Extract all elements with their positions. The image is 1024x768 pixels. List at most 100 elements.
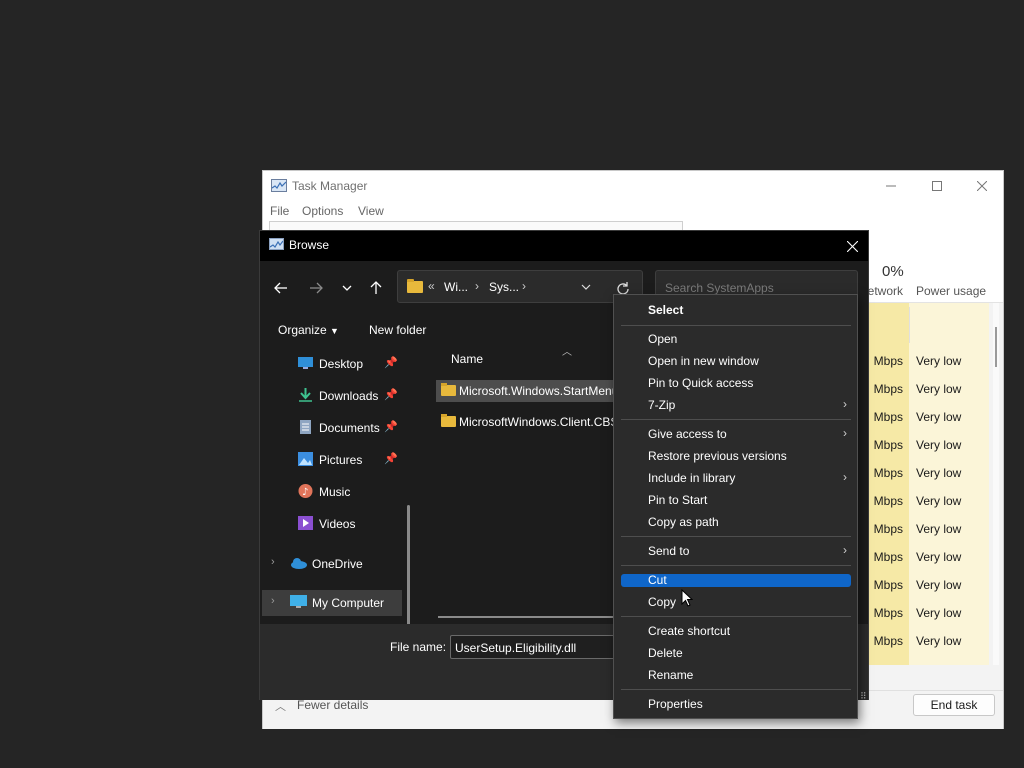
column-header-name[interactable]: Name [451, 352, 483, 366]
network-cell: Mbps [873, 606, 903, 620]
menu-item-open-new-window[interactable]: Open in new window [621, 351, 851, 371]
forward-button[interactable] [304, 278, 328, 298]
process-row[interactable]: Mbps Very low [863, 515, 989, 543]
menu-item-pin-quick-access[interactable]: Pin to Quick access [621, 373, 851, 393]
chevron-down-icon[interactable] [581, 284, 591, 291]
arrow-up-icon [370, 281, 382, 294]
computer-icon [290, 595, 307, 609]
chevron-right-icon[interactable]: › [271, 556, 275, 568]
network-cell: Mbps [873, 634, 903, 648]
menu-item-label: Copy as path [648, 515, 719, 529]
task-manager-app-icon [269, 238, 284, 250]
onedrive-icon [290, 556, 307, 570]
chevron-up-icon[interactable]: ︿ [275, 698, 286, 714]
menu-item-label: Give access to [648, 427, 727, 441]
menu-item-open[interactable]: Open [621, 329, 851, 349]
process-row[interactable]: Mbps Very low [863, 459, 989, 487]
file-name-value: UserSetup.Eligibility.dll [455, 641, 577, 655]
chevron-right-icon[interactable]: › [271, 595, 275, 607]
menu-separator [621, 536, 851, 537]
address-overflow[interactable]: « [428, 279, 435, 293]
menu-item-pin-start[interactable]: Pin to Start [621, 490, 851, 510]
organize-label: Organize [278, 323, 327, 337]
menu-item-delete[interactable]: Delete [621, 643, 851, 663]
menu-options[interactable]: Options [302, 204, 343, 218]
menu-item-include-library[interactable]: Include in library › [621, 468, 851, 488]
menu-separator [621, 419, 851, 420]
chevron-right-icon[interactable]: › [475, 279, 479, 293]
menu-item-send-to[interactable]: Send to › [621, 541, 851, 561]
process-row[interactable]: Mbps Very low [863, 599, 989, 627]
menu-item-label: Include in library [648, 471, 736, 485]
menu-item-label: Open [648, 332, 678, 346]
minimize-button[interactable] [868, 171, 914, 201]
process-row[interactable]: Mbps Very low [863, 543, 989, 571]
task-manager-scroll-thumb[interactable] [995, 327, 997, 367]
column-network[interactable]: Network [863, 284, 903, 298]
column-power-usage[interactable]: Power usage [916, 284, 986, 298]
close-button[interactable] [959, 171, 1005, 201]
organize-button[interactable]: Organize ▼ [278, 323, 339, 337]
resize-grip-icon[interactable]: ⠿ [860, 691, 867, 702]
browse-close-button[interactable] [836, 231, 868, 261]
nav-item-music[interactable]: ♪ Music [260, 479, 400, 505]
nav-item-pictures[interactable]: Pictures 📌 [260, 447, 400, 473]
power-cell: Very low [916, 382, 962, 396]
menu-item-properties[interactable]: Properties [621, 694, 851, 714]
power-cell: Very low [916, 494, 962, 508]
process-row[interactable]: Mbps Very low [863, 403, 989, 431]
menu-item-copy-as-path[interactable]: Copy as path [621, 512, 851, 532]
pin-icon[interactable]: 📌 [384, 388, 398, 401]
process-row[interactable]: Mbps Very low [863, 571, 989, 599]
process-row[interactable]: Mbps Very low [863, 347, 989, 375]
menu-item-give-access[interactable]: Give access to › [621, 424, 851, 444]
chevron-right-icon[interactable]: › [522, 279, 526, 293]
nav-item-my-computer[interactable]: › My Computer [262, 590, 402, 616]
menu-item-7zip[interactable]: 7-Zip › [621, 395, 851, 415]
process-row[interactable]: Mbps Very low [863, 431, 989, 459]
power-cell: Very low [916, 578, 962, 592]
pin-icon[interactable]: 📌 [384, 452, 398, 465]
nav-item-documents[interactable]: Documents 📌 [260, 415, 400, 441]
pin-icon[interactable]: 📌 [384, 420, 398, 433]
browse-titlebar: Browse [260, 231, 868, 261]
menu-item-label: Properties [648, 697, 703, 711]
menu-item-rename[interactable]: Rename [621, 665, 851, 685]
menu-item-restore-versions[interactable]: Restore previous versions [621, 446, 851, 466]
menu-item-select[interactable]: Select [621, 300, 851, 320]
power-cell: Very low [916, 438, 962, 452]
nav-label: Downloads [319, 389, 379, 403]
menu-view[interactable]: View [358, 204, 384, 218]
network-cell: Mbps [873, 550, 903, 564]
address-bar[interactable]: « Wi... › Sys... › [397, 270, 643, 303]
power-cell: Very low [916, 522, 962, 536]
recent-locations-button[interactable] [335, 278, 359, 298]
address-segment-windows[interactable]: Wi... [444, 280, 468, 294]
menu-separator [621, 325, 851, 326]
menu-item-label: Pin to Quick access [648, 376, 754, 390]
nav-item-onedrive[interactable]: › OneDrive [260, 551, 400, 577]
menu-file[interactable]: File [270, 204, 289, 218]
maximize-button[interactable] [914, 171, 960, 201]
nav-item-videos[interactable]: Videos [260, 511, 400, 537]
end-task-button[interactable]: End task [913, 694, 995, 716]
process-row[interactable]: Mbps Very low [863, 627, 989, 655]
new-folder-button[interactable]: New folder [369, 323, 426, 337]
task-manager-titlebar: Task Manager [263, 171, 1003, 201]
pin-icon[interactable]: 📌 [384, 356, 398, 369]
sort-ascending-icon: ︿ [562, 347, 572, 358]
nav-item-downloads[interactable]: Downloads 📌 [260, 383, 400, 409]
menu-item-create-shortcut[interactable]: Create shortcut [621, 621, 851, 641]
back-button[interactable] [269, 278, 293, 298]
chevron-right-icon: › [843, 470, 847, 484]
process-row[interactable]: Mbps Very low [863, 375, 989, 403]
menu-separator [621, 565, 851, 566]
address-segment-system[interactable]: Sys... [489, 280, 519, 294]
up-button[interactable] [364, 278, 388, 298]
fewer-details-link[interactable]: Fewer details [297, 698, 368, 712]
menu-item-copy[interactable]: Copy [621, 592, 851, 612]
minimize-icon [886, 185, 896, 187]
menu-item-cut[interactable]: Cut [621, 573, 851, 587]
process-row[interactable]: Mbps Very low [863, 487, 989, 515]
nav-item-desktop[interactable]: Desktop 📌 [260, 351, 400, 377]
